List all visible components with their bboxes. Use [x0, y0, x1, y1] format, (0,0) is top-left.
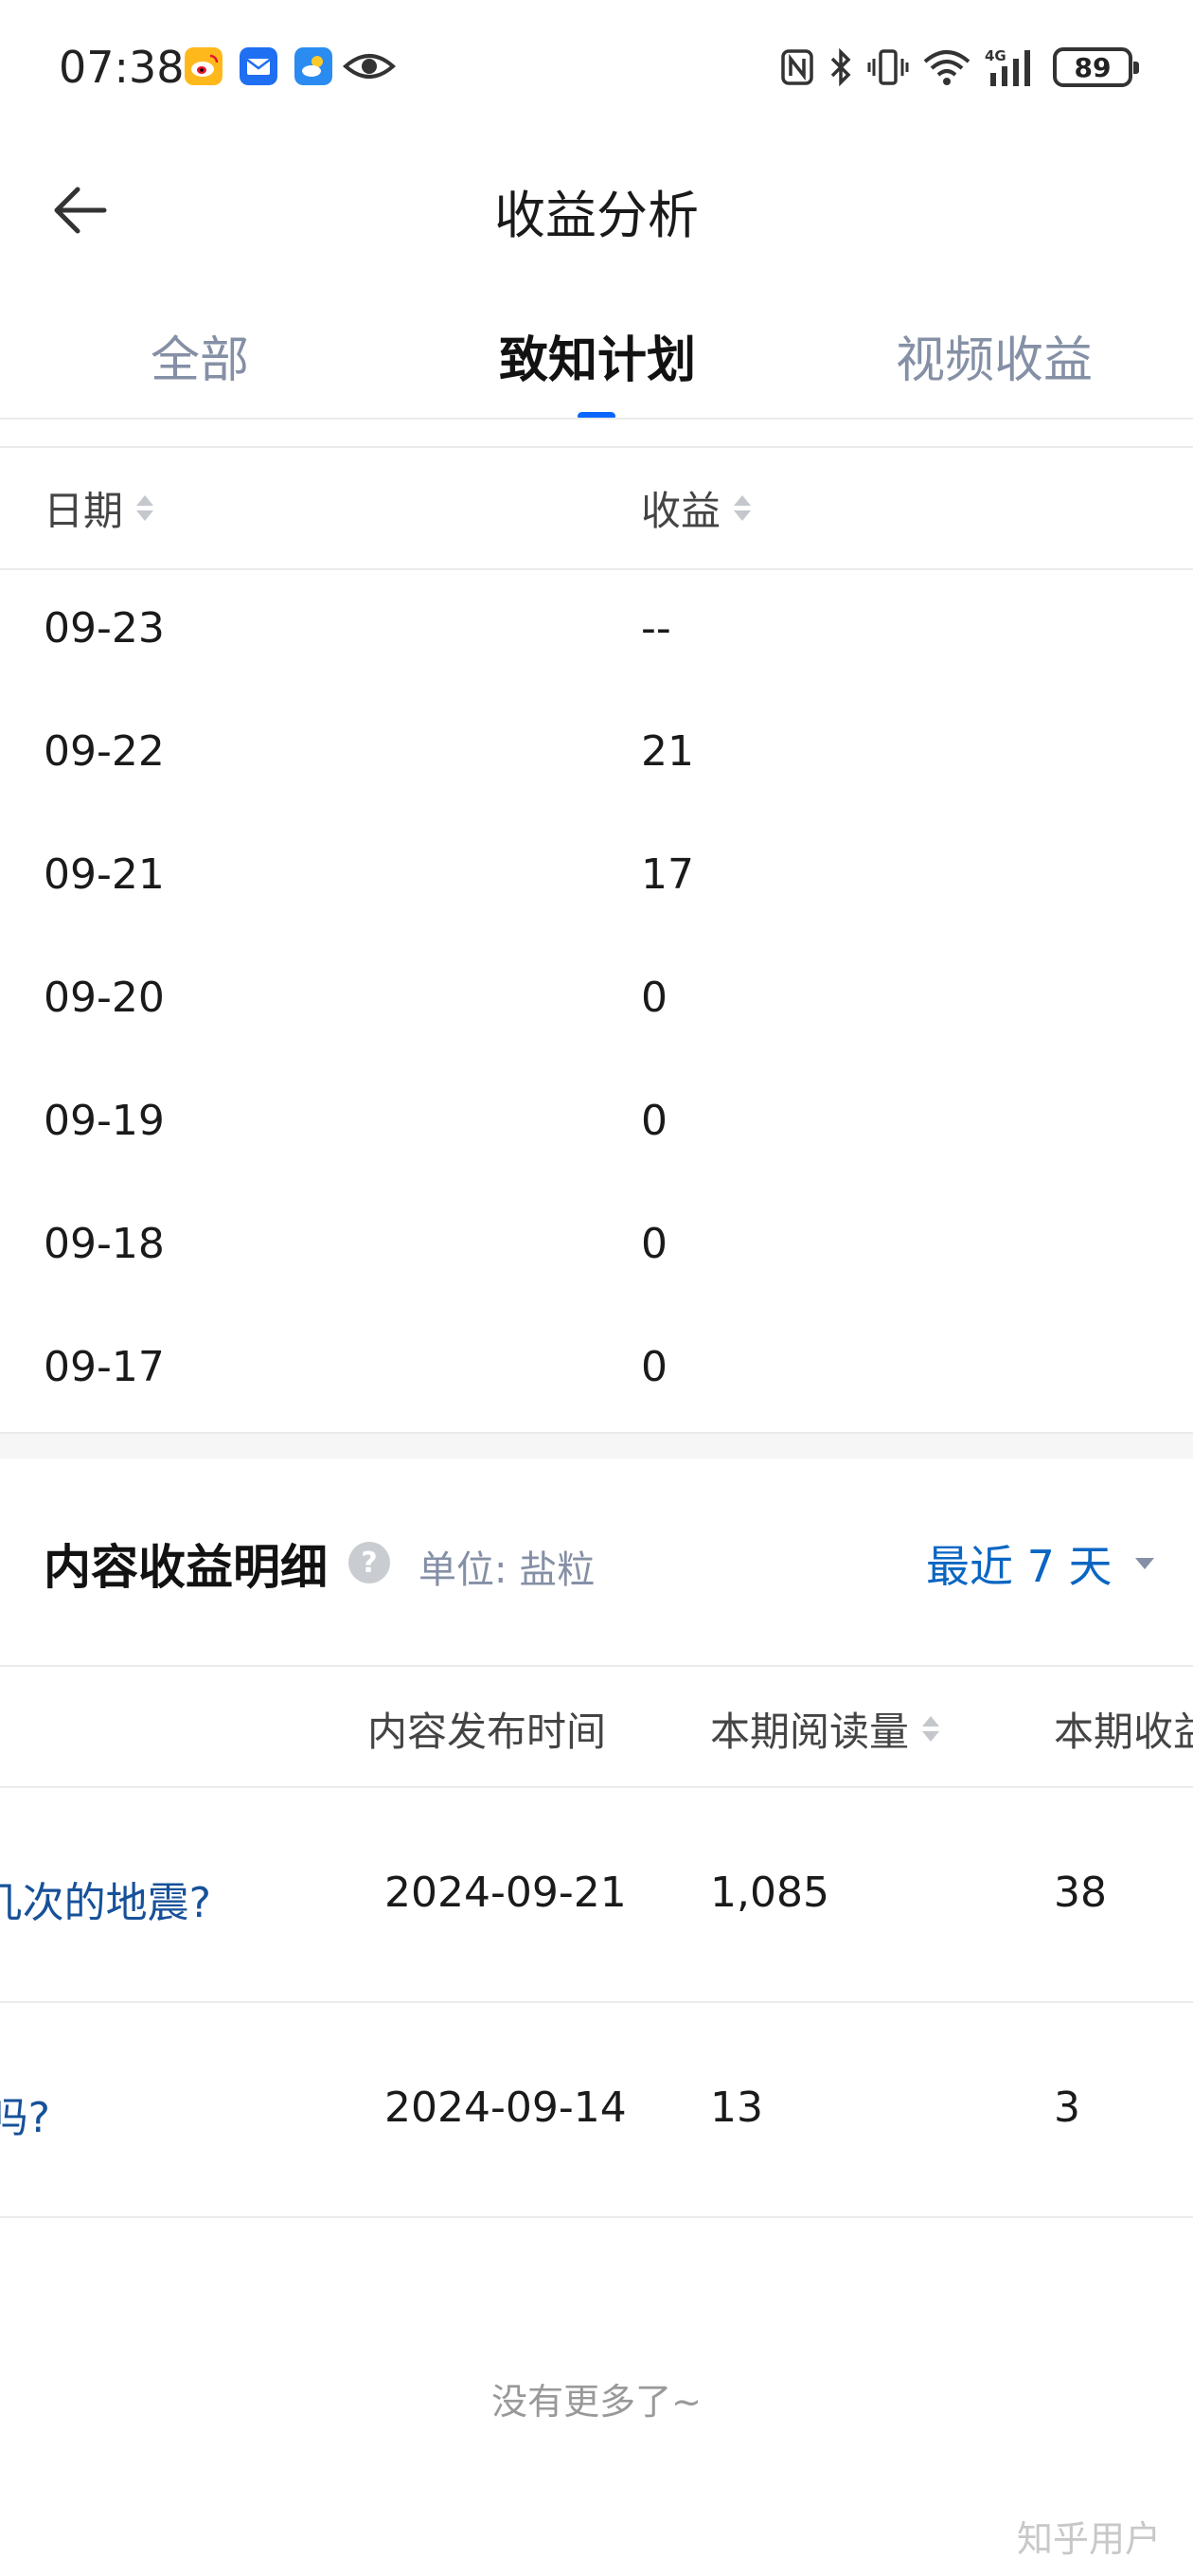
col-header-publish-time: 内容发布时间	[367, 1708, 607, 1755]
content-publish-time: 2024-09-21	[384, 1869, 627, 1917]
row-date: 09-20	[44, 974, 165, 1022]
page-title: 收益分析	[494, 186, 699, 245]
question-circle-icon[interactable]: ?	[348, 1542, 390, 1583]
content-reads: 1,085	[710, 1869, 829, 1917]
table-row: 09-20 0	[0, 939, 1193, 1063]
row-earnings: 21	[641, 727, 694, 776]
battery-level: 89	[1074, 51, 1112, 83]
content-earnings: 38	[1054, 1869, 1107, 1917]
content-title-link[interactable]: 吗?	[0, 2084, 50, 2144]
svg-text:4G: 4G	[985, 47, 1006, 64]
divider	[0, 1665, 1193, 1667]
content-title-link[interactable]: 几次的地震?	[0, 1869, 211, 1929]
col-header-period-earnings[interactable]: 本期收益	[1054, 1700, 1193, 1758]
row-date: 09-23	[44, 604, 165, 653]
status-bar: 07:38 4G 89	[0, 0, 1193, 133]
bluetooth-icon	[830, 47, 851, 87]
sort-icon	[922, 1716, 940, 1742]
col-header-date[interactable]: 日期	[44, 479, 154, 537]
row-earnings: 0	[641, 1097, 668, 1145]
mail-icon	[240, 47, 277, 85]
tab-all[interactable]: 全部	[151, 320, 249, 391]
sort-icon	[734, 495, 752, 521]
row-earnings: --	[641, 604, 671, 653]
divider	[0, 2216, 1193, 2218]
watermark: 知乎用户	[1016, 2518, 1161, 2560]
tab-zhizhi-plan[interactable]: 致知计划	[499, 320, 696, 391]
row-date: 09-19	[44, 1097, 165, 1145]
row-date: 09-22	[44, 727, 165, 776]
table-row: 09-22 21	[0, 693, 1193, 816]
row-date: 09-21	[44, 850, 165, 899]
nfc-icon	[781, 49, 813, 85]
weibo-icon	[185, 47, 223, 85]
end-of-list-text: 没有更多了~	[491, 2381, 702, 2423]
unit-label: 单位: 盐粒	[418, 1548, 596, 1592]
section-title: 内容收益明细	[44, 1540, 328, 1595]
caret-down-icon	[1134, 1558, 1154, 1569]
table-row: 09-18 0	[0, 1186, 1193, 1309]
tab-video-earnings[interactable]: 视频收益	[896, 320, 1093, 391]
row-earnings: 17	[641, 850, 694, 899]
divider	[0, 2001, 1193, 2003]
content-reads: 13	[710, 2084, 763, 2132]
col-header-earnings[interactable]: 收益	[641, 479, 752, 537]
table-row: 09-19 0	[0, 1063, 1193, 1186]
table-row: 09-23 --	[0, 570, 1193, 693]
vibrate-icon	[867, 49, 909, 85]
sort-icon	[136, 495, 154, 521]
table-row: 09-21 17	[0, 816, 1193, 939]
content-publish-time: 2024-09-14	[384, 2084, 627, 2132]
row-date: 09-17	[44, 1343, 165, 1391]
status-indicators: 4G 89	[780, 45, 1139, 89]
col-header-reads[interactable]: 本期阅读量	[710, 1700, 940, 1758]
date-range-label: 最近 7 天	[926, 1541, 1113, 1592]
section-divider	[0, 1432, 1193, 1458]
wifi-icon	[923, 50, 970, 85]
row-earnings: 0	[641, 1343, 668, 1391]
weather-icon	[294, 47, 332, 85]
status-time: 07:38	[59, 42, 185, 93]
battery-icon: 89	[1053, 47, 1139, 87]
table-top-strip	[0, 420, 1193, 448]
divider	[0, 1786, 1193, 1788]
content-earnings: 3	[1054, 2084, 1080, 2132]
row-date: 09-18	[44, 1220, 165, 1268]
table-row: 09-17 0	[0, 1309, 1193, 1432]
signal-4g-icon: 4G	[985, 47, 1030, 86]
row-earnings: 0	[641, 974, 668, 1022]
date-range-dropdown[interactable]: 最近 7 天	[926, 1532, 1154, 1595]
row-earnings: 0	[641, 1220, 668, 1268]
eye-icon	[343, 54, 396, 79]
